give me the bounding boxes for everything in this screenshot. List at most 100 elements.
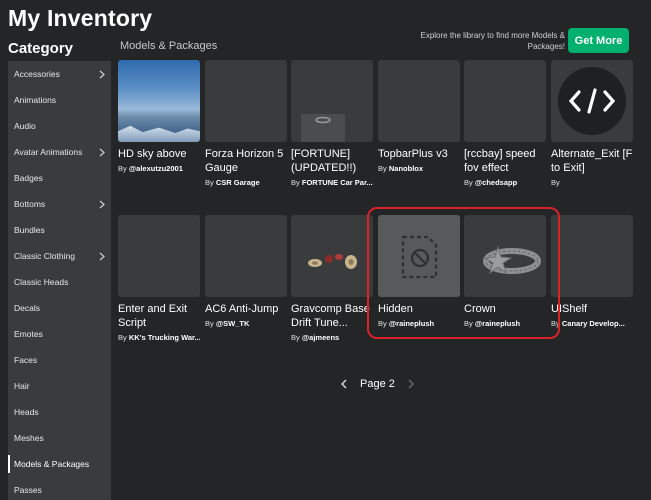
item-name[interactable]: HD sky above [118, 147, 200, 161]
chevron-right-icon [97, 147, 107, 157]
by-label: By [118, 164, 127, 173]
sidebar-item[interactable]: Bottoms [8, 191, 111, 217]
page-label: Page 2 [360, 378, 395, 390]
item-creator: By Canary Develop... [551, 319, 633, 328]
next-page-button[interactable] [403, 376, 419, 392]
sidebar-item[interactable]: Classic Clothing [8, 243, 111, 269]
creator-link[interactable]: CSR Garage [216, 178, 260, 187]
item-name[interactable]: [FORTUNE] (UPDATED!!) Gu... [291, 147, 373, 175]
item-thumbnail[interactable] [551, 215, 633, 297]
item-name[interactable]: TopbarPlus v3 [378, 147, 460, 161]
item-creator: By @raineplush [464, 319, 546, 328]
item-thumbnail[interactable] [464, 60, 546, 142]
sidebar-item[interactable]: Hair [8, 373, 111, 399]
sidebar-item[interactable]: Decals [8, 295, 111, 321]
creator-link[interactable]: FORTUNE Car Par... [302, 178, 373, 187]
item-thumbnail[interactable] [205, 215, 287, 297]
item-card[interactable]: [FORTUNE] (UPDATED!!) Gu... By FORTUNE Ca… [291, 60, 373, 187]
sidebar-item[interactable]: Heads [8, 399, 111, 425]
sidebar-item-label: Heads [14, 407, 39, 417]
creator-link[interactable]: @raineplush [475, 319, 520, 328]
creator-link[interactable]: @raineplush [389, 319, 434, 328]
sidebar-item[interactable]: Classic Heads [8, 269, 111, 295]
by-label: By [291, 333, 300, 342]
item-thumbnail[interactable] [378, 215, 460, 297]
item-thumbnail[interactable] [551, 60, 633, 142]
sidebar-item[interactable]: Audio [8, 113, 111, 139]
item-card[interactable]: Enter and Exit Script By KK's Trucking Wa… [118, 215, 200, 342]
creator-link[interactable]: KK's Trucking War... [129, 333, 200, 342]
sidebar-item[interactable]: Avatar Animations [8, 139, 111, 165]
item-creator: By @raineplush [378, 319, 460, 328]
by-label: By [205, 319, 214, 328]
sidebar-item[interactable]: Bundles [8, 217, 111, 243]
item-creator: By @chedsapp [464, 178, 546, 187]
sidebar-item-label: Classic Heads [14, 277, 69, 287]
promo-text: Explore the library to find more Models … [420, 31, 565, 51]
item-name[interactable]: UIShelf [551, 302, 633, 316]
item-thumbnail[interactable] [291, 215, 373, 297]
item-card[interactable]: Forza Horizon 5 Gauge By CSR Garage [205, 60, 287, 187]
by-label: By [291, 178, 300, 187]
sidebar-item[interactable]: Faces [8, 347, 111, 373]
creator-link[interactable]: @SW_TK [216, 319, 250, 328]
sidebar-item-label: Bottoms [14, 199, 46, 209]
item-thumbnail[interactable] [378, 60, 460, 142]
by-label: By [464, 178, 473, 187]
item-thumbnail[interactable] [118, 215, 200, 297]
by-label: By [464, 319, 473, 328]
item-name[interactable]: Hidden [378, 302, 460, 316]
sidebar-item[interactable]: Emotes [8, 321, 111, 347]
sidebar-item[interactable]: Badges [8, 165, 111, 191]
item-card[interactable]: AC6 Anti-Jump By @SW_TK [205, 215, 287, 328]
page-title: My Inventory [8, 5, 153, 31]
sidebar-item-label: Audio [14, 121, 36, 131]
item-name[interactable]: Crown [464, 302, 546, 316]
sidebar-item-label: Badges [14, 173, 43, 183]
item-card[interactable]: HD sky above By @alexutzu2001 [118, 60, 200, 173]
sidebar-item-label: Bundles [14, 225, 45, 235]
sidebar-item[interactable]: Animations [8, 87, 111, 113]
sidebar-item[interactable]: Meshes [8, 425, 111, 451]
creator-link[interactable]: @chedsapp [475, 178, 517, 187]
sidebar-item-label: Faces [14, 355, 38, 365]
item-name[interactable]: Enter and Exit Script [118, 302, 200, 330]
pagination: Page 2 [336, 376, 419, 392]
item-name[interactable]: AC6 Anti-Jump [205, 302, 287, 316]
item-card[interactable]: Alternate_Exit [F to Exit] By [551, 60, 633, 187]
item-card[interactable]: Gravcomp Base Drift Tune... By @ajmeens [291, 215, 373, 342]
item-name[interactable]: Forza Horizon 5 Gauge [205, 147, 287, 175]
item-thumbnail[interactable] [118, 60, 200, 142]
item-creator: By @alexutzu2001 [118, 164, 200, 173]
creator-link[interactable]: @alexutzu2001 [129, 164, 183, 173]
by-label: By [205, 178, 214, 187]
sidebar-item-label: Passes [14, 485, 42, 495]
chevron-right-icon [97, 69, 107, 79]
item-name[interactable]: Alternate_Exit [F to Exit] [551, 147, 633, 175]
item-name[interactable]: [rccbay] speed fov effect [464, 147, 546, 175]
prev-page-button[interactable] [336, 376, 352, 392]
item-thumbnail[interactable] [291, 60, 373, 142]
item-card[interactable]: TopbarPlus v3 By Nanoblox [378, 60, 460, 173]
item-card[interactable]: [rccbay] speed fov effect By @chedsapp [464, 60, 546, 187]
get-more-button[interactable]: Get More [568, 28, 629, 53]
sidebar-item[interactable]: Accessories [8, 61, 111, 87]
item-thumbnail[interactable] [464, 215, 546, 297]
creator-link[interactable]: Canary Develop... [562, 319, 625, 328]
sidebar-item-label: Accessories [14, 69, 60, 79]
item-card[interactable]: UIShelf By Canary Develop... [551, 215, 633, 328]
category-heading: Category [8, 40, 74, 57]
section-title: Models & Packages [120, 40, 218, 52]
item-card[interactable]: Hidden By @raineplush [378, 215, 460, 328]
sidebar-item-label: Models & Packages [14, 459, 90, 469]
sidebar-item-label: Meshes [14, 433, 44, 443]
sidebar-item[interactable]: Passes [8, 477, 111, 500]
item-card[interactable]: Crown By @raineplush [464, 215, 546, 328]
creator-link[interactable]: Nanoblox [389, 164, 423, 173]
chevron-right-icon [97, 251, 107, 261]
creator-link[interactable]: @ajmeens [302, 333, 339, 342]
item-name[interactable]: Gravcomp Base Drift Tune... [291, 302, 373, 330]
item-thumbnail[interactable] [205, 60, 287, 142]
sidebar-item[interactable]: Models & Packages [8, 451, 111, 477]
sidebar-item-label: Avatar Animations [14, 147, 83, 157]
